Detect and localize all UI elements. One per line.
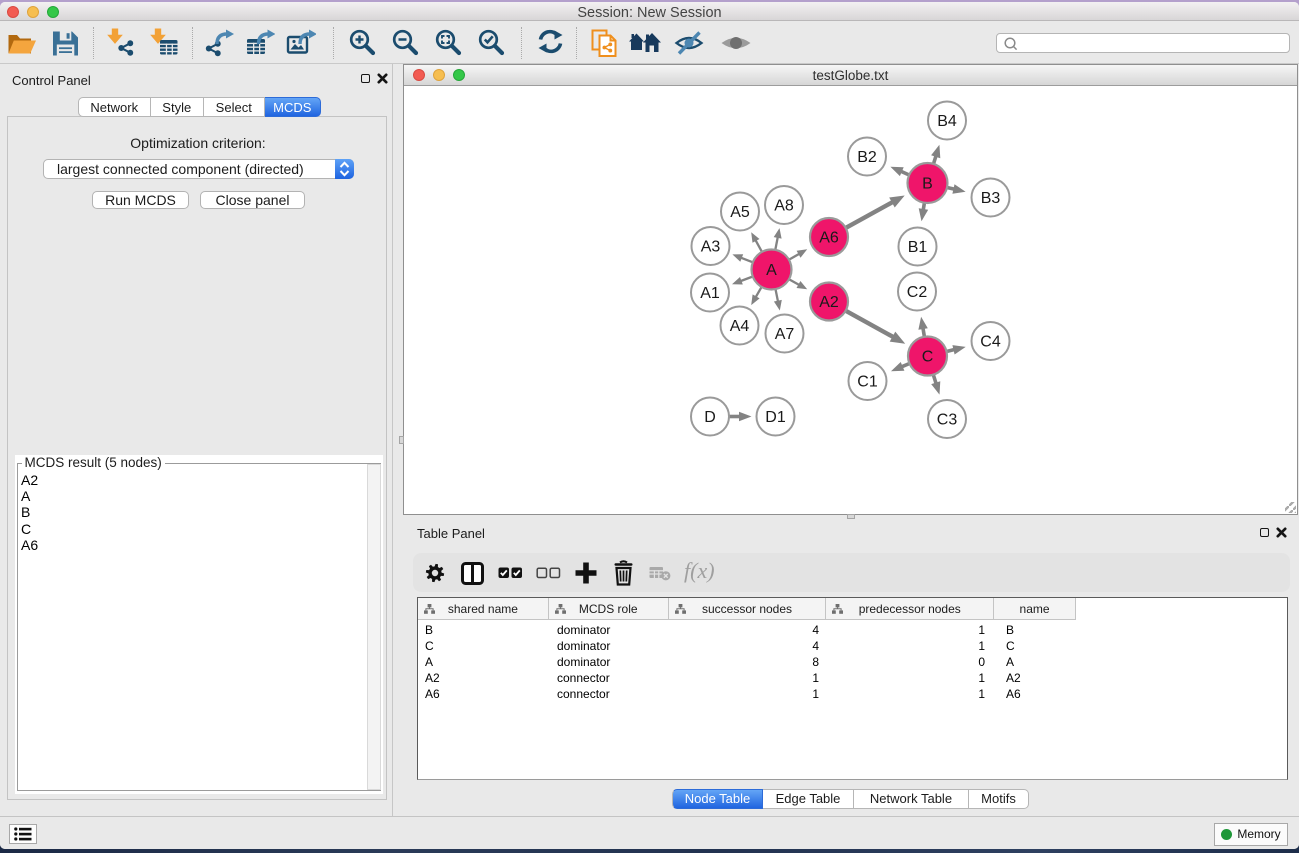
- svg-text:C4: C4: [980, 334, 1001, 351]
- svg-text:B1: B1: [908, 239, 928, 256]
- svg-text:A1: A1: [700, 285, 720, 302]
- svg-text:B: B: [922, 176, 933, 193]
- svg-text:A2: A2: [819, 294, 839, 311]
- svg-text:C: C: [922, 349, 934, 366]
- svg-text:B3: B3: [981, 190, 1001, 207]
- svg-text:C3: C3: [937, 412, 958, 429]
- svg-text:A6: A6: [819, 230, 839, 247]
- svg-text:B4: B4: [937, 113, 957, 130]
- svg-text:C1: C1: [857, 374, 878, 391]
- svg-text:D: D: [704, 409, 716, 426]
- svg-text:A7: A7: [775, 326, 795, 343]
- svg-text:B2: B2: [857, 149, 877, 166]
- svg-text:A3: A3: [701, 239, 721, 256]
- svg-text:A8: A8: [774, 198, 794, 215]
- svg-text:C2: C2: [907, 284, 928, 301]
- svg-text:A: A: [766, 262, 777, 279]
- svg-text:D1: D1: [765, 409, 786, 426]
- svg-text:A4: A4: [730, 318, 750, 335]
- svg-text:A5: A5: [730, 204, 750, 221]
